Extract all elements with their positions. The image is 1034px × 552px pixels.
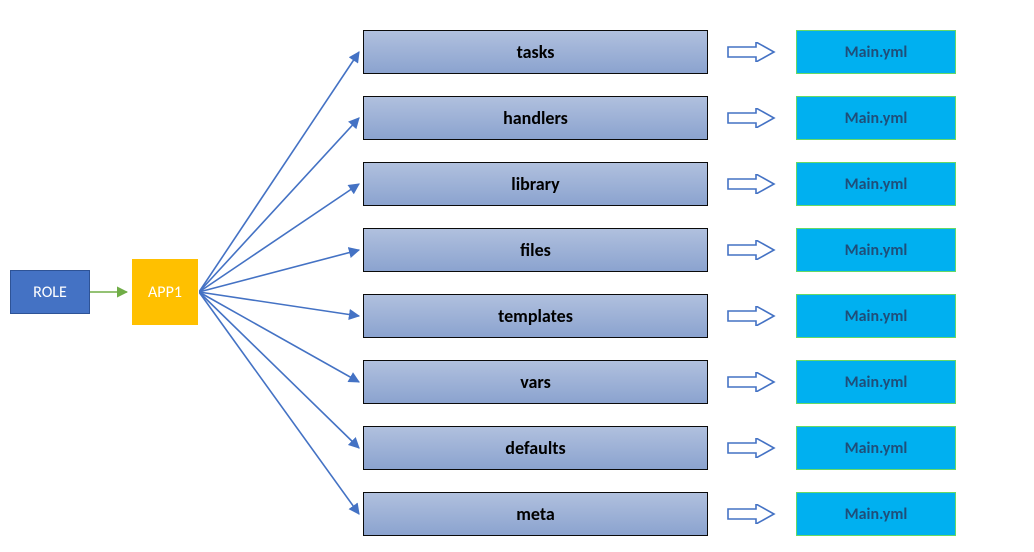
connector-line (199, 118, 359, 292)
folder-label: handlers (503, 107, 568, 129)
connector-line (199, 52, 359, 292)
connector-line (199, 292, 359, 514)
file-label: Main.yml (845, 505, 908, 524)
folder-box-meta: meta (363, 492, 708, 536)
arrow-icon (726, 108, 776, 128)
connector-line (199, 292, 359, 448)
folder-label: library (511, 173, 559, 195)
file-label: Main.yml (845, 175, 908, 194)
role-box: ROLE (10, 270, 90, 314)
folder-box-library: library (363, 162, 708, 206)
arrow-icon (726, 372, 776, 392)
folder-box-vars: vars (363, 360, 708, 404)
file-box-handlers: Main.yml (796, 96, 956, 140)
arrow-icon (726, 438, 776, 458)
file-box-vars: Main.yml (796, 360, 956, 404)
folder-label: templates (498, 305, 573, 327)
arrow-icon (726, 504, 776, 524)
folder-label: files (520, 239, 551, 261)
file-box-meta: Main.yml (796, 492, 956, 536)
folder-box-handlers: handlers (363, 96, 708, 140)
file-label: Main.yml (845, 43, 908, 62)
folder-box-tasks: tasks (363, 30, 708, 74)
folder-label: meta (516, 503, 555, 525)
folder-box-defaults: defaults (363, 426, 708, 470)
arrow-icon (726, 240, 776, 260)
file-box-defaults: Main.yml (796, 426, 956, 470)
folder-box-files: files (363, 228, 708, 272)
arrow-icon (726, 42, 776, 62)
connector-line (199, 292, 359, 382)
file-box-library: Main.yml (796, 162, 956, 206)
connector-line (199, 184, 359, 292)
app-box: APP1 (131, 258, 199, 326)
folder-label: vars (520, 371, 551, 393)
file-label: Main.yml (845, 373, 908, 392)
file-label: Main.yml (845, 109, 908, 128)
role-label: ROLE (33, 283, 67, 302)
app-label: APP1 (148, 283, 182, 302)
file-label: Main.yml (845, 307, 908, 326)
connector-line (199, 250, 359, 292)
file-box-templates: Main.yml (796, 294, 956, 338)
arrow-icon (726, 174, 776, 194)
folder-label: defaults (505, 437, 565, 459)
file-box-files: Main.yml (796, 228, 956, 272)
file-box-tasks: Main.yml (796, 30, 956, 74)
file-label: Main.yml (845, 241, 908, 260)
connector-line (199, 292, 359, 316)
arrow-icon (726, 306, 776, 326)
file-label: Main.yml (845, 439, 908, 458)
folder-box-templates: templates (363, 294, 708, 338)
folder-label: tasks (517, 41, 555, 63)
